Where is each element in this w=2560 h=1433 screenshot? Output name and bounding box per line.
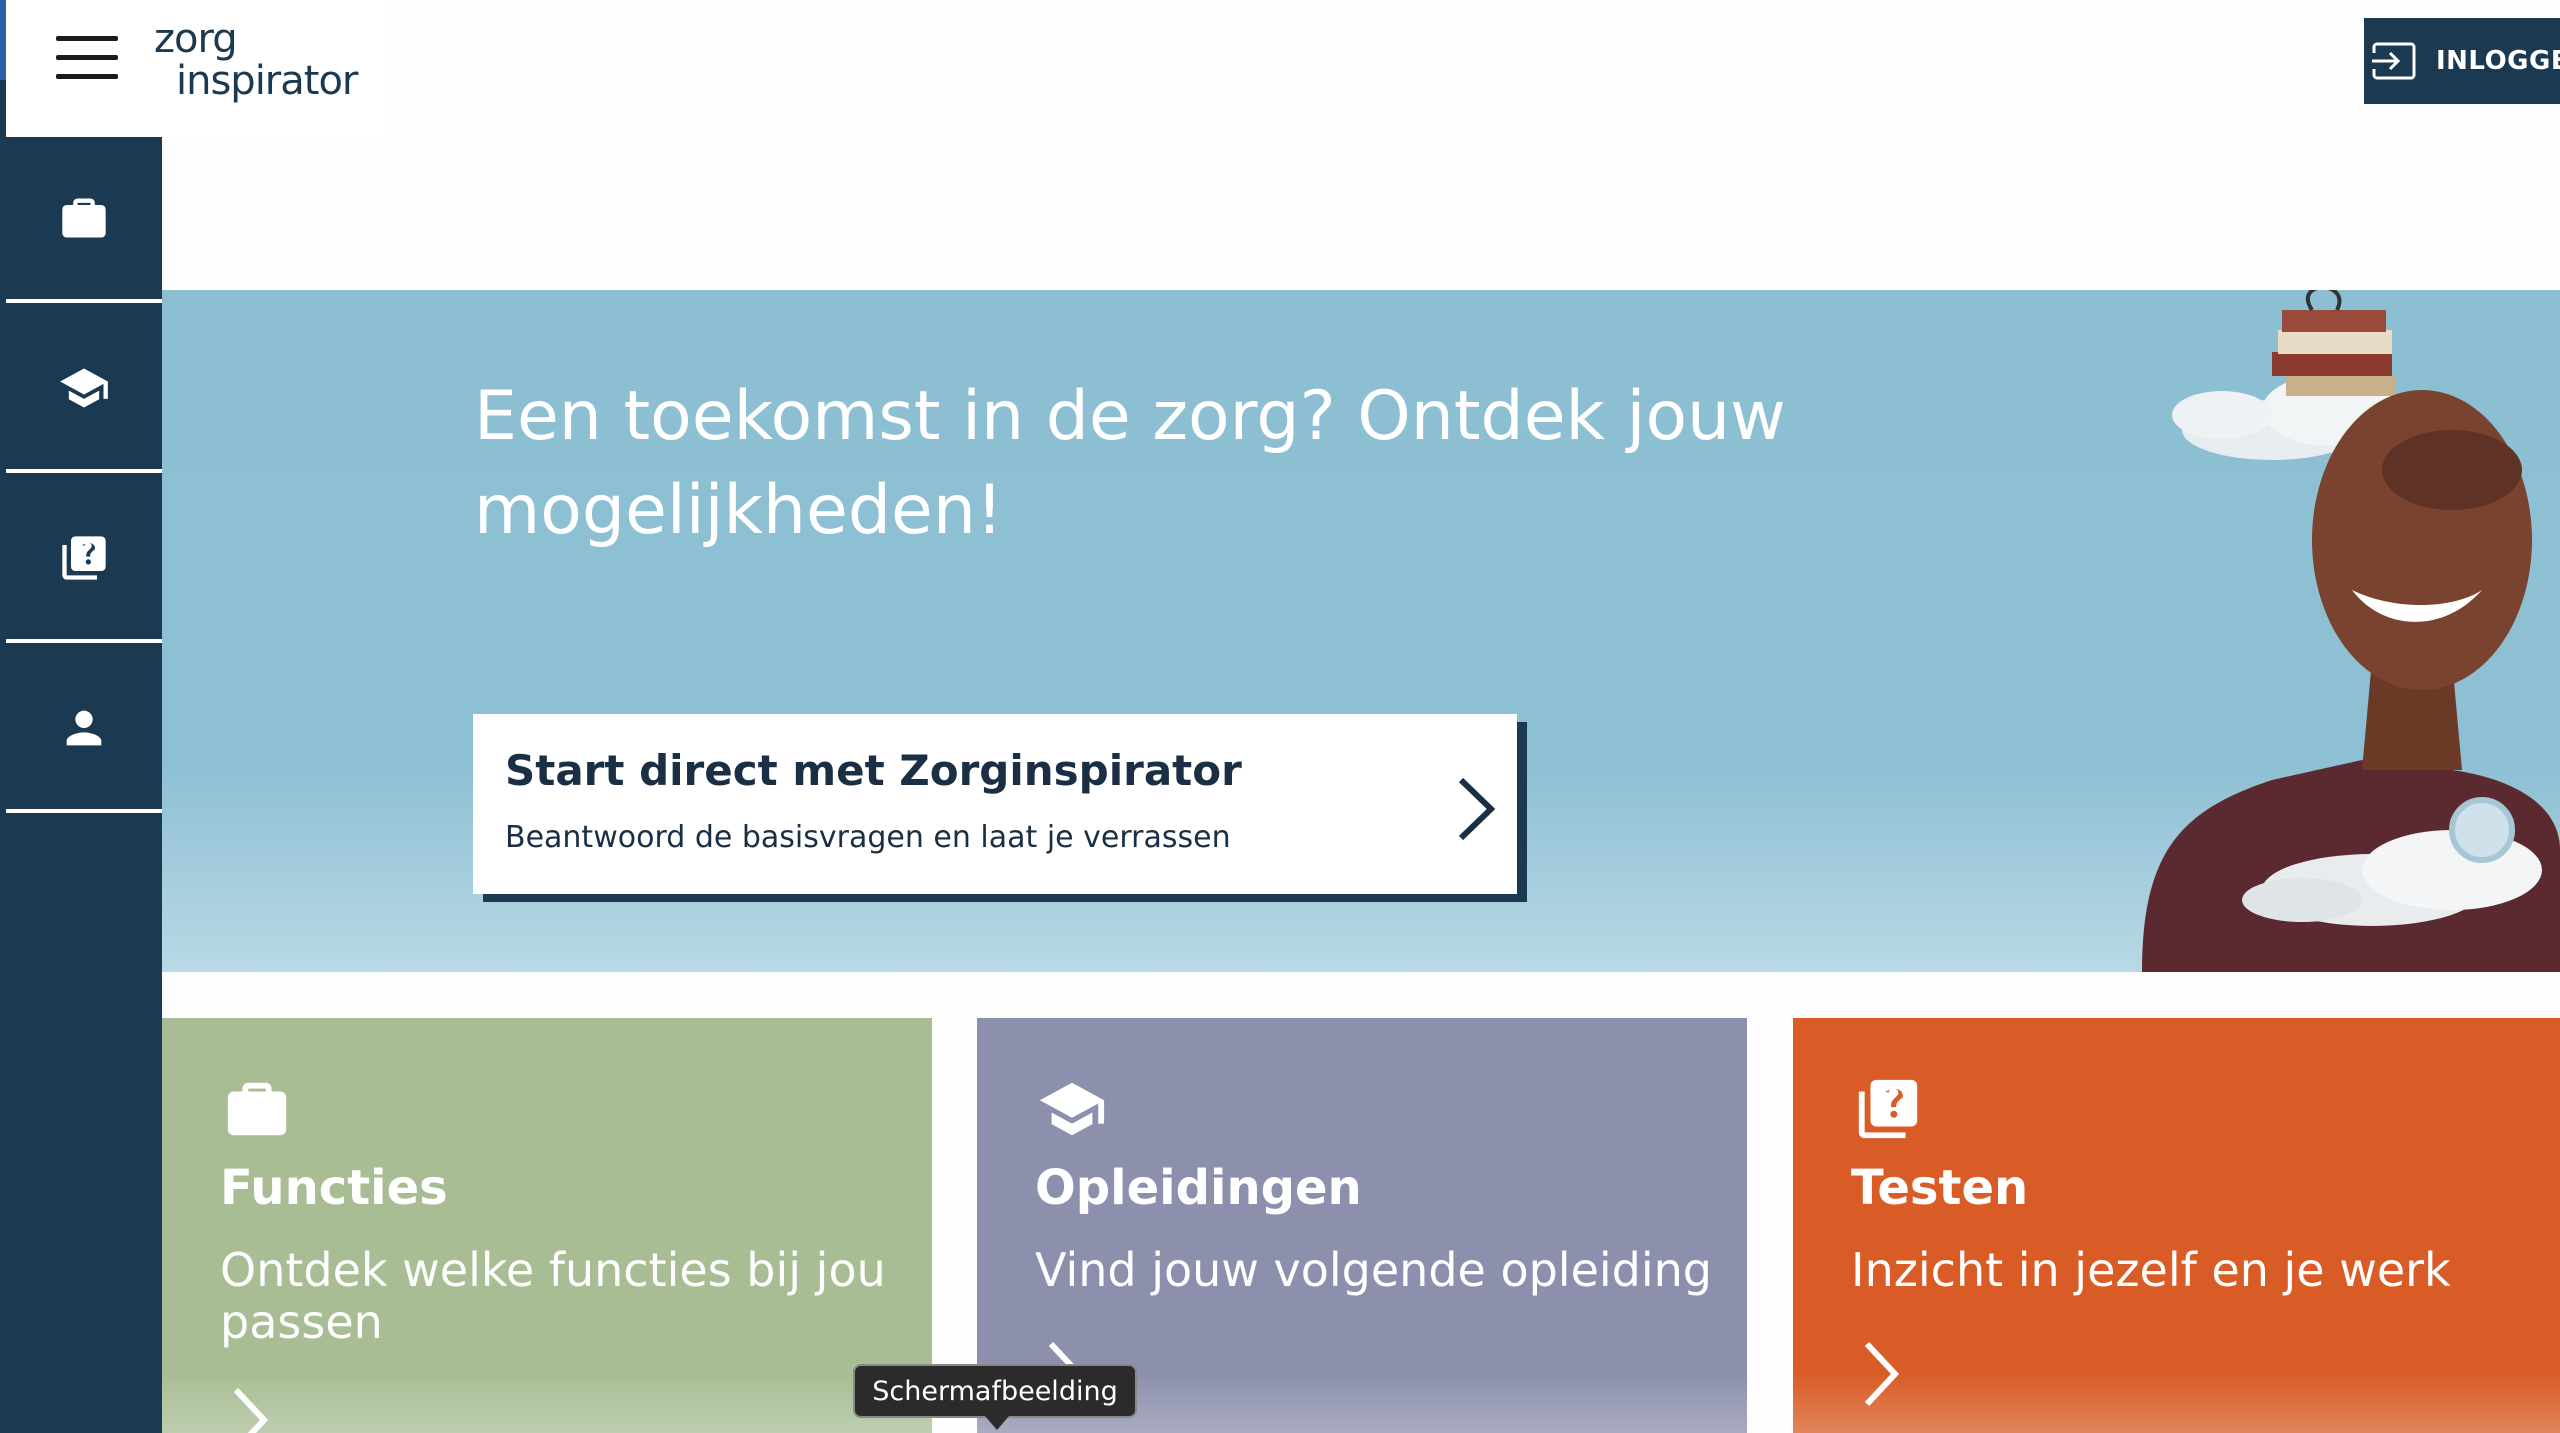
hero-title: Een toekomst in de zorg? Ontdek jouw mog…: [474, 377, 1786, 550]
card-title: Functies: [220, 1160, 448, 1216]
card-functies[interactable]: Functies Ontdek welke functies bij jou p…: [162, 1018, 932, 1433]
sidebar-item-opleidingen[interactable]: [6, 307, 162, 473]
sidebar-item-testen[interactable]: [6, 477, 162, 643]
tooltip-text: Schermafbeelding: [872, 1375, 1118, 1407]
chevron-right-icon: [1458, 777, 1496, 841]
briefcase-icon: [227, 1082, 287, 1136]
page: zorg inspirator INLOGGEN: [0, 0, 2560, 1433]
person-icon: [66, 710, 102, 746]
card-subtitle: Inzicht in jezelf en je werk: [1851, 1243, 2451, 1297]
quiz-icon: [62, 536, 106, 580]
card-testen[interactable]: Testen Inzicht in jezelf en je werk: [1793, 1018, 2560, 1433]
screenshot-tooltip: Schermafbeelding: [853, 1364, 1137, 1430]
sidebar-item-functies[interactable]: [6, 137, 162, 303]
login-label: INLOGGEN: [2436, 46, 2560, 76]
login-icon: [2372, 42, 2416, 80]
cta-subtitle: Beantwoord de basisvragen en laat je ver…: [505, 820, 1231, 855]
graduation-cap-icon: [60, 368, 108, 408]
briefcase-icon: [62, 198, 106, 238]
start-cta-button[interactable]: Start direct met Zorginspirator Beantwoo…: [473, 714, 1517, 894]
card-subtitle: Ontdek welke functies bij jou passen: [220, 1243, 886, 1349]
logo-line-1: zorg: [154, 16, 238, 62]
hero-illustration: [2142, 290, 2560, 972]
header-logo-area: zorg inspirator: [6, 0, 386, 137]
graduation-cap-icon: [1039, 1082, 1105, 1136]
cta-title: Start direct met Zorginspirator: [505, 746, 1242, 795]
card-title: Testen: [1851, 1160, 2029, 1216]
card-subtitle: Vind jouw volgende opleiding: [1035, 1243, 1712, 1297]
sidebar-item-profiel[interactable]: [6, 647, 162, 813]
logo-line-2: inspirator: [176, 58, 358, 104]
quiz-icon: [1858, 1079, 1918, 1139]
hero-banner: Een toekomst in de zorg? Ontdek jouw mog…: [162, 290, 2560, 972]
menu-icon[interactable]: [56, 36, 118, 80]
card-title: Opleidingen: [1035, 1160, 1362, 1216]
login-button[interactable]: INLOGGEN: [2364, 18, 2560, 104]
logo[interactable]: zorg inspirator: [154, 16, 358, 104]
sidebar: [6, 137, 162, 1433]
